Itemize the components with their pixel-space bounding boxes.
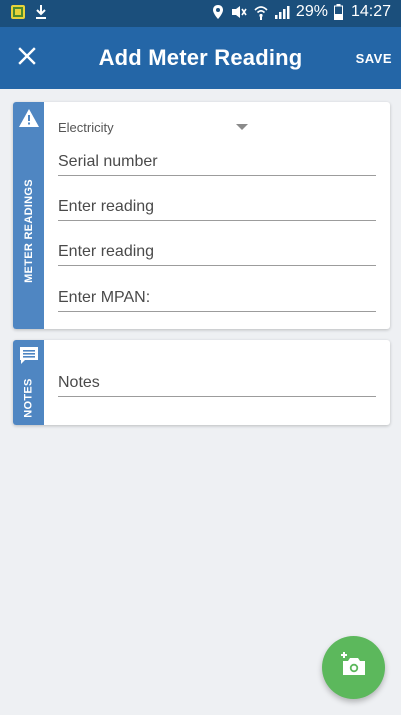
serial-number-input[interactable]	[58, 148, 376, 176]
reading-input-2[interactable]	[58, 238, 376, 266]
mute-icon	[230, 4, 248, 20]
notes-card: NOTES	[13, 340, 390, 425]
meter-readings-card: METER READINGS Electricity	[13, 102, 390, 329]
app-bar: Add Meter Reading SAVE	[0, 27, 401, 89]
status-right: 29% 14:27	[212, 3, 391, 21]
warning-icon	[18, 108, 40, 128]
meter-readings-label: METER READINGS	[22, 178, 35, 283]
meter-type-select[interactable]: Electricity	[58, 119, 248, 139]
chevron-down-icon	[236, 124, 248, 130]
save-button[interactable]: SAVE	[356, 51, 392, 66]
add-photo-button[interactable]	[322, 636, 385, 699]
clock: 14:27	[350, 3, 391, 20]
meter-type-value: Electricity	[58, 120, 114, 135]
close-button[interactable]	[12, 43, 42, 73]
battery-icon	[333, 4, 343, 20]
signal-icon	[274, 4, 290, 20]
comment-icon	[18, 346, 40, 366]
status-bar: 29% 14:27	[0, 0, 401, 27]
meter-readings-side-tab: METER READINGS	[13, 102, 44, 329]
reading-input-1[interactable]	[58, 193, 376, 221]
status-left	[10, 4, 48, 20]
wifi-icon	[254, 4, 268, 20]
mpan-input[interactable]	[58, 284, 376, 312]
location-icon	[212, 4, 224, 20]
add-photo-icon	[339, 651, 369, 684]
page-title: Add Meter Reading	[98, 45, 303, 70]
gallery-icon	[10, 4, 26, 20]
notes-side-tab: NOTES	[13, 340, 44, 425]
close-icon	[18, 46, 36, 70]
notes-label: NOTES	[22, 377, 35, 418]
download-icon	[34, 4, 48, 20]
battery-percent: 29%	[295, 3, 328, 20]
notes-input[interactable]	[58, 369, 376, 397]
